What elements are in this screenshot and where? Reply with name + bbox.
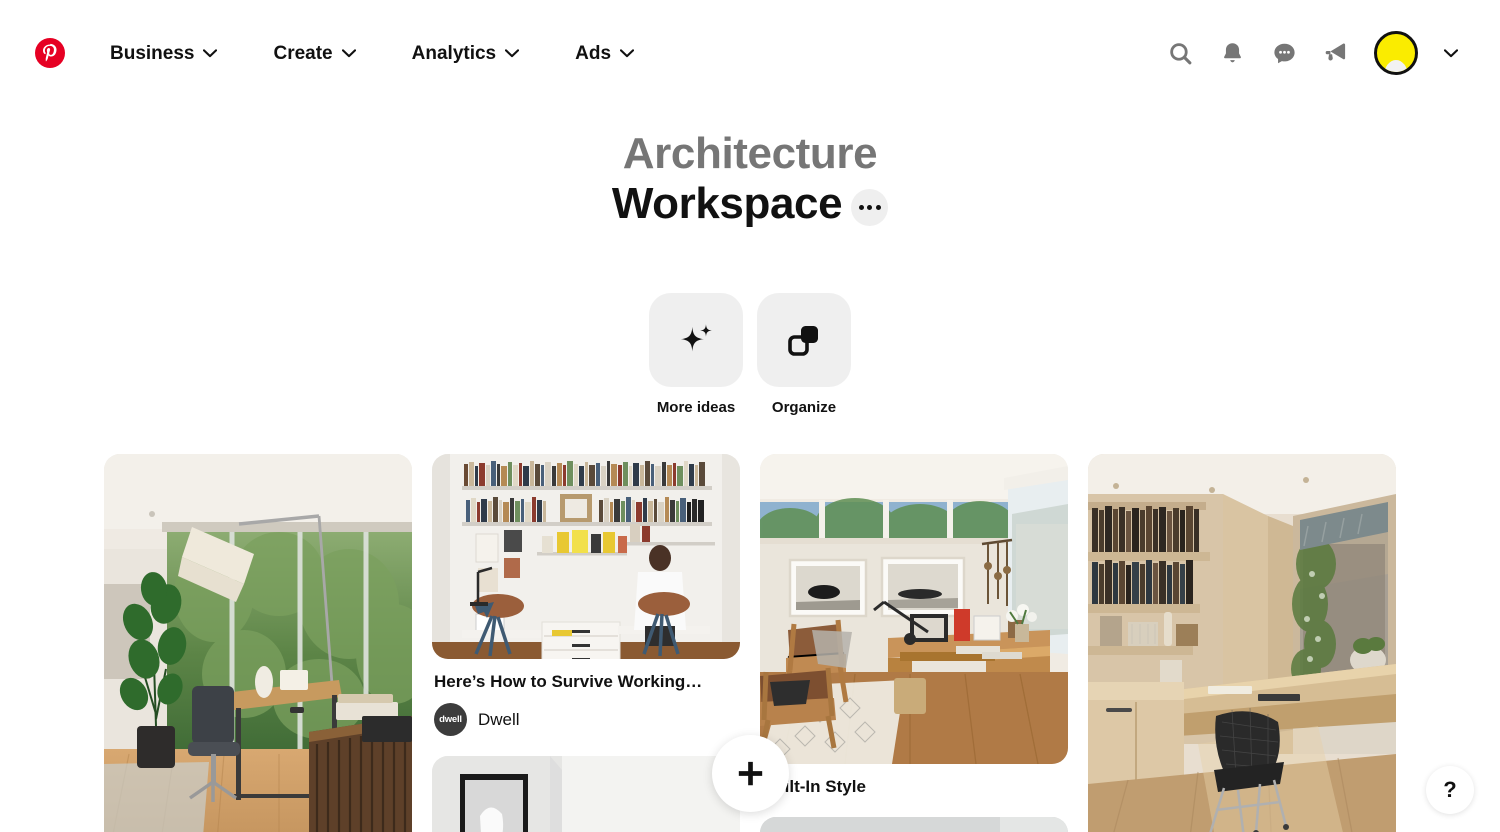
chevron-down-icon bbox=[341, 48, 356, 57]
pin-card[interactable] bbox=[1088, 453, 1396, 832]
pin-image-built-in-study bbox=[1088, 453, 1396, 832]
board-actions: More ideas Organize bbox=[0, 292, 1500, 416]
nav-item-analytics-label: Analytics bbox=[411, 42, 497, 64]
nav-item-analytics[interactable]: Analytics bbox=[398, 34, 533, 73]
chevron-down-icon bbox=[620, 48, 635, 57]
dot-1 bbox=[858, 204, 864, 210]
plus-icon bbox=[738, 761, 763, 786]
more-ideas-label: More ideas bbox=[656, 398, 736, 416]
page-title: Workspace bbox=[611, 178, 843, 228]
organize-button[interactable]: Organize bbox=[757, 292, 851, 416]
more-ideas-tile bbox=[649, 292, 743, 387]
search-icon[interactable] bbox=[1156, 29, 1204, 77]
help-icon: ? bbox=[1443, 777, 1457, 802]
pin-image-clerestory-office bbox=[760, 453, 1068, 764]
dot-2 bbox=[867, 204, 873, 210]
nav-item-ads[interactable]: Ads bbox=[561, 34, 648, 73]
pin-image-office-windows bbox=[104, 453, 412, 832]
pinterest-board-page: Business Create Analytics Ads Architectu… bbox=[0, 0, 1500, 832]
pin-image-white-room-art bbox=[432, 756, 740, 832]
create-pin-button[interactable] bbox=[712, 735, 789, 812]
board-header: Architecture Workspace bbox=[0, 106, 1500, 230]
top-navigation-bar: Business Create Analytics Ads bbox=[0, 0, 1500, 106]
account-menu-chevron-down-icon[interactable] bbox=[1426, 29, 1476, 77]
pin-card[interactable] bbox=[104, 453, 412, 832]
bell-icon[interactable] bbox=[1208, 29, 1256, 77]
nav-item-business-label: Business bbox=[110, 42, 195, 64]
pinterest-logo-icon[interactable] bbox=[26, 29, 74, 77]
messages-icon[interactable] bbox=[1260, 29, 1308, 77]
nav-item-ads-label: Ads bbox=[575, 42, 612, 64]
pin-column-1 bbox=[104, 453, 412, 832]
board-options-button[interactable] bbox=[851, 188, 889, 226]
nav-left-group: Business Create Analytics Ads bbox=[26, 29, 648, 77]
help-button[interactable]: ? bbox=[1426, 766, 1474, 814]
pin-author-avatar: dwell bbox=[434, 703, 467, 737]
nav-item-business[interactable]: Business bbox=[96, 34, 231, 73]
pin-title: Here’s How to Survive Working… bbox=[434, 671, 703, 691]
pin-card[interactable] bbox=[432, 756, 740, 832]
avatar[interactable] bbox=[1370, 27, 1422, 79]
chevron-down-icon bbox=[203, 48, 218, 57]
pin-author-name: Dwell bbox=[478, 709, 520, 729]
pin-card[interactable]: Built-In Style bbox=[760, 453, 1068, 797]
megaphone-icon[interactable] bbox=[1312, 29, 1360, 77]
chevron-down-icon bbox=[505, 48, 520, 57]
pin-card[interactable]: Here’s How to Survive Working… dwell Dwe… bbox=[432, 453, 740, 737]
pin-image-plant-pot bbox=[760, 817, 1068, 832]
organize-label: Organize bbox=[771, 398, 837, 416]
pin-column-2: Here’s How to Survive Working… dwell Dwe… bbox=[432, 453, 740, 832]
nav-item-create-label: Create bbox=[273, 42, 333, 64]
sparkle-icon bbox=[680, 324, 712, 352]
pin-author[interactable]: dwell Dwell bbox=[432, 703, 740, 737]
dot-3 bbox=[875, 204, 881, 210]
pin-image-bookshelf-desk bbox=[432, 453, 740, 659]
pin-column-3: Built-In Style bbox=[760, 453, 1068, 832]
pin-title: Built-In Style bbox=[762, 776, 866, 796]
nav-right-group bbox=[1156, 27, 1476, 79]
pin-column-4 bbox=[1088, 453, 1396, 832]
avatar-image bbox=[1374, 31, 1418, 75]
board-title-row: Workspace bbox=[0, 178, 1500, 230]
pin-card[interactable] bbox=[760, 817, 1068, 832]
organize-tile bbox=[757, 292, 851, 387]
board-parent-name[interactable]: Architecture bbox=[0, 128, 1500, 180]
organize-squares-icon bbox=[788, 325, 818, 356]
nav-item-create[interactable]: Create bbox=[259, 34, 369, 73]
more-ideas-button[interactable]: More ideas bbox=[649, 292, 743, 416]
